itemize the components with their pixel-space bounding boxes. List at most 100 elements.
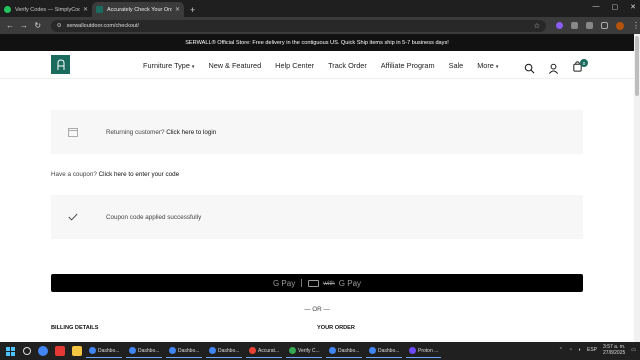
account-icon[interactable]: [548, 63, 559, 74]
folder-icon[interactable]: [72, 346, 82, 356]
nav-sale[interactable]: Sale: [449, 61, 464, 70]
clock[interactable]: 3:57 a. m. 27/8/2025: [603, 344, 625, 356]
reload-icon[interactable]: ↻: [31, 21, 45, 30]
serwall-logo[interactable]: [51, 55, 70, 74]
bookmark-star-icon[interactable]: ☆: [534, 22, 540, 30]
taskbar-apps: Dashbo... Dashbo... Dashbo... Dashbo... …: [82, 344, 442, 358]
login-link[interactable]: Click here to login: [166, 129, 216, 136]
nav-affiliate-program[interactable]: Affiliate Program: [381, 61, 435, 70]
taskbar-app-label: Dashbo...: [138, 347, 160, 354]
close-tab-icon[interactable]: ✕: [175, 6, 180, 13]
coupon-success-notice: Coupon code applied successfully: [51, 195, 583, 239]
simplycodes-favicon-icon: [4, 6, 11, 13]
search-icon[interactable]: [524, 63, 535, 74]
browser-tab-strip: Verify Codes — SimplyCodes ✕ Accurately …: [0, 0, 640, 17]
nav-label: Furniture Type: [143, 60, 190, 70]
app-icon[interactable]: [55, 346, 65, 356]
nav-new-featured[interactable]: New & Featured: [208, 61, 261, 70]
scrollbar-thumb[interactable]: [635, 36, 639, 96]
download-icon[interactable]: [601, 22, 609, 29]
chrome-icon: [169, 347, 176, 354]
taskbar-app-label: Verify C...: [298, 347, 320, 354]
browser-tab-simplycodes[interactable]: Verify Codes — SimplyCodes ✕: [0, 2, 92, 17]
coupon-prompt-text: Have a coupon?: [51, 171, 97, 178]
taskbar-app-label: Accurat...: [258, 347, 280, 354]
forward-icon[interactable]: →: [17, 21, 31, 30]
extensions-puzzle-icon[interactable]: [571, 22, 579, 29]
system-tray: ⌃ ◔ ◖ ESP 3:57 a. m. 27/8/2025 ▭: [559, 344, 636, 356]
gpay-brand: G Pay: [338, 278, 362, 288]
taskbar-app[interactable]: Dashbo...: [206, 344, 242, 358]
taskbar-app-label: Dashbo...: [378, 347, 400, 354]
coupon-success-text: Coupon code applied successfully: [106, 213, 202, 221]
taskbar-app[interactable]: Proton ...: [406, 344, 442, 358]
cart-button[interactable]: 0: [572, 59, 588, 77]
or-divider: — OR —: [304, 306, 330, 313]
chevron-up-icon[interactable]: ⌃: [559, 347, 563, 353]
gpay-with-text: with: [323, 279, 335, 287]
tab-title: Verify Codes — SimplyCodes: [15, 6, 80, 13]
taskbar-app[interactable]: Accurat...: [246, 344, 282, 358]
google-pay-button[interactable]: G Pay with G Pay: [51, 274, 583, 292]
new-tab-button[interactable]: +: [190, 5, 195, 15]
taskbar-app[interactable]: Dashbo...: [86, 344, 122, 358]
announcement-bar: SERWALL® Official Store: Free delivery i…: [0, 34, 634, 51]
chrome-icon: [89, 347, 96, 354]
chrome-icon: [369, 347, 376, 354]
divider: [301, 279, 303, 287]
site-header: Furniture Type ▾ New & Featured Help Cent…: [0, 51, 634, 79]
address-bar[interactable]: ⚙ serwalloutdoor.com/checkout/ ☆: [50, 19, 547, 32]
gpay-label: G Pay: [272, 278, 296, 288]
profile-avatar[interactable]: [616, 21, 625, 30]
volume-icon[interactable]: ◖: [578, 347, 581, 353]
taskbar-app-label: Dashbo...: [218, 347, 240, 354]
language-indicator[interactable]: ESP: [587, 347, 597, 353]
calendar-icon: [68, 127, 78, 137]
chrome-icon: [329, 347, 336, 354]
coupon-prompt: Have a coupon? Click here to enter your …: [51, 171, 179, 178]
windows-start-icon[interactable]: [4, 346, 16, 356]
serwall-favicon-icon: [96, 6, 103, 13]
nav-label: More: [477, 60, 494, 70]
close-window-icon[interactable]: ✕: [630, 3, 636, 11]
nav-track-order[interactable]: Track Order: [328, 61, 367, 70]
nav-help-center[interactable]: Help Center: [275, 61, 314, 70]
minimize-icon[interactable]: —: [593, 3, 600, 11]
taskbar-app[interactable]: Dashbo...: [126, 344, 162, 358]
taskbar-app-label: Dashbo...: [98, 347, 120, 354]
url-text: serwalloutdoor.com/checkout/: [66, 22, 140, 29]
search-icon[interactable]: [23, 347, 31, 355]
site-info-icon[interactable]: ⚙: [57, 23, 62, 29]
taskbar-app-label: Dashbo...: [338, 347, 360, 354]
browser-toolbar: ← → ↻ ⚙ serwalloutdoor.com/checkout/ ☆ ⋮: [0, 17, 640, 34]
extension-icon[interactable]: [556, 22, 564, 29]
sidebar-icon[interactable]: [586, 22, 594, 29]
chevron-down-icon: ▾: [495, 63, 499, 70]
chrome-icon[interactable]: [38, 346, 48, 356]
chrome-icon: [209, 347, 216, 354]
enter-coupon-link[interactable]: Click here to enter your code: [99, 171, 180, 178]
tab-title: Accurately Check Your Order In: [107, 6, 172, 13]
page-scrollbar[interactable]: [634, 34, 640, 342]
network-icon[interactable]: ◔: [569, 347, 572, 353]
taskbar-app[interactable]: Dashbo...: [366, 344, 402, 358]
nav-more[interactable]: More ▾: [477, 61, 498, 70]
notification-icon[interactable]: ▭: [631, 347, 636, 353]
extension-icons: ⋮: [556, 21, 640, 30]
close-tab-icon[interactable]: ✕: [83, 6, 88, 13]
taskbar-app[interactable]: Dashbo...: [326, 344, 362, 358]
back-icon[interactable]: ←: [3, 21, 17, 30]
cart-count-badge: 0: [580, 59, 588, 67]
maximize-icon[interactable]: ▢: [612, 3, 619, 11]
checkout-page: SERWALL® Official Store: Free delivery i…: [0, 34, 634, 342]
checkmark-icon: [68, 213, 78, 221]
browser-menu-icon[interactable]: ⋮: [632, 21, 640, 30]
browser-tab-serwall[interactable]: Accurately Check Your Order In ✕: [92, 2, 184, 17]
header-icons: 0: [524, 59, 588, 77]
taskbar-app[interactable]: Dashbo...: [166, 344, 202, 358]
taskbar-app[interactable]: Verify C...: [286, 344, 322, 358]
nav-furniture-type[interactable]: Furniture Type ▾: [143, 61, 194, 70]
proton-icon: [409, 347, 416, 354]
taskbar-app-label: Proton ...: [418, 347, 439, 354]
returning-customer-text: Returning customer?: [106, 128, 165, 136]
